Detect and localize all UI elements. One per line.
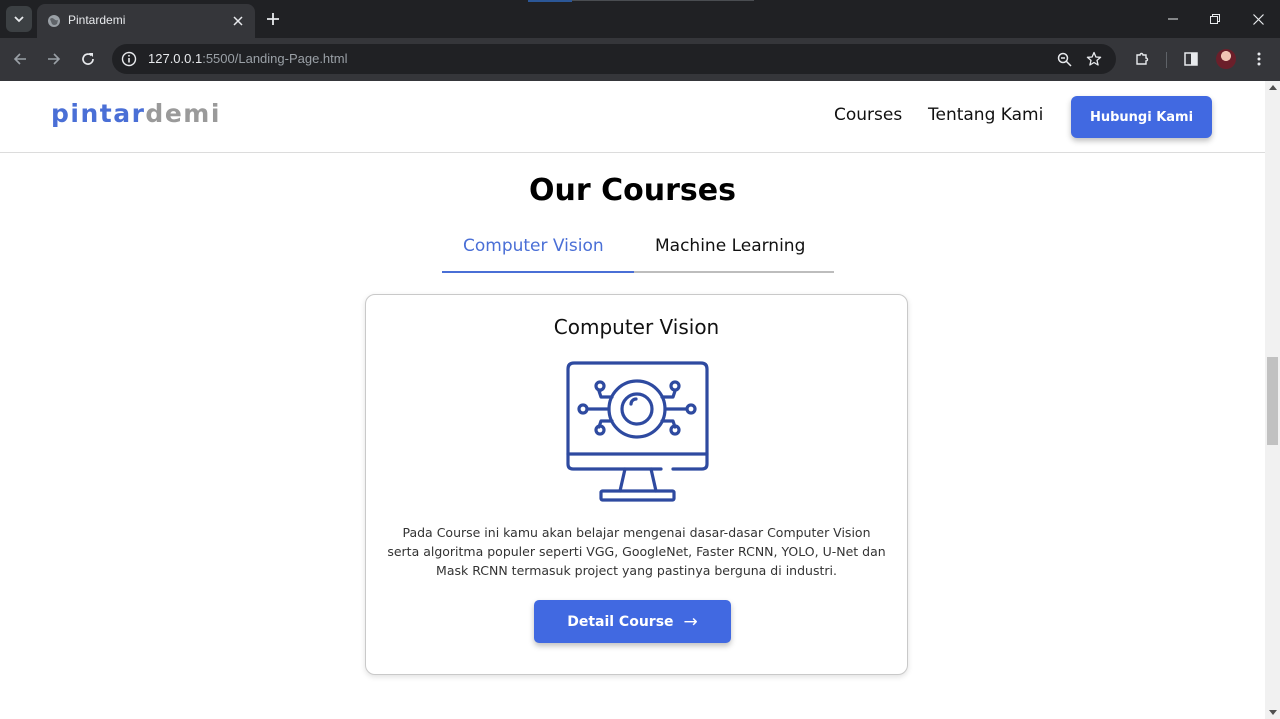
close-tab-button[interactable] (229, 12, 247, 30)
nav-link-about[interactable]: Tentang Kami (928, 105, 1043, 125)
url-text[interactable]: 127.0.0.1:5500/Landing-Page.html (148, 51, 348, 66)
browser-toolbar: 127.0.0.1:5500/Landing-Page.html (0, 38, 1280, 81)
minimize-icon (1168, 18, 1178, 20)
scrollbar-thumb[interactable] (1267, 357, 1278, 445)
active-tab-indicator (442, 271, 634, 273)
back-button[interactable] (9, 48, 31, 70)
zoom-button[interactable] (1054, 49, 1074, 69)
kebab-menu-icon (1257, 52, 1261, 66)
reload-button[interactable] (77, 48, 99, 70)
url-host: 127.0.0.1 (148, 51, 203, 66)
browser-menu-button[interactable] (1248, 48, 1270, 70)
zoom-icon (1057, 52, 1072, 67)
close-icon (233, 16, 243, 26)
chevron-down-icon (14, 16, 24, 23)
scroll-up-arrow-icon[interactable] (1269, 85, 1277, 90)
tab-title: Pintardemi (68, 13, 126, 27)
close-window-icon (1252, 13, 1264, 25)
detail-course-label: Detail Course (567, 613, 674, 630)
star-icon (1086, 51, 1102, 66)
url-path: :5500/Landing-Page.html (202, 51, 348, 66)
side-panel-button[interactable] (1180, 48, 1202, 70)
tab-machine-learning[interactable]: Machine Learning (655, 236, 805, 256)
arrow-right-icon: → (683, 611, 698, 632)
restore-icon (1210, 14, 1220, 24)
page-scrollbar[interactable] (1265, 81, 1280, 719)
course-tabs: Computer Vision Machine Learning (442, 233, 834, 273)
tab-strip-line (572, 0, 754, 1)
logo-part-pintar: pintar (51, 99, 146, 128)
profile-avatar[interactable] (1216, 49, 1236, 69)
tab-computer-vision[interactable]: Computer Vision (463, 236, 604, 256)
back-icon (13, 53, 26, 65)
minimize-button[interactable] (1162, 8, 1184, 30)
detail-course-button[interactable]: Detail Course → (534, 600, 731, 643)
logo-part-demi: demi (145, 99, 221, 128)
tab-strip-accent (528, 0, 572, 2)
close-window-button[interactable] (1247, 8, 1269, 30)
reload-icon (82, 53, 94, 65)
contact-button[interactable]: Hubungi Kami (1071, 96, 1212, 138)
extensions-button[interactable] (1131, 48, 1153, 70)
forward-icon (48, 53, 61, 65)
restore-button[interactable] (1204, 8, 1226, 30)
info-icon[interactable] (121, 51, 137, 67)
monitor-eye-circuit-icon (566, 361, 709, 502)
tab-search-button[interactable] (6, 6, 32, 32)
card-description: Pada Course ini kamu akan belajar mengen… (387, 525, 886, 578)
extensions-icon (1136, 52, 1149, 65)
side-panel-icon (1184, 52, 1198, 66)
site-header: pintardemi Courses Tentang Kami Hubungi … (0, 81, 1265, 153)
globe-icon (48, 15, 60, 27)
address-bar[interactable]: 127.0.0.1:5500/Landing-Page.html (112, 44, 1116, 74)
new-tab-button[interactable] (262, 8, 284, 30)
forward-button[interactable] (43, 48, 65, 70)
scroll-down-arrow-icon[interactable] (1269, 710, 1277, 715)
toolbar-separator (1166, 52, 1167, 68)
nav-link-courses[interactable]: Courses (834, 105, 902, 125)
browser-tab[interactable]: Pintardemi (37, 4, 255, 38)
section-title: Our Courses (529, 173, 736, 208)
browser-tab-bar: Pintardemi (0, 0, 1280, 38)
course-card: Computer Vision Pada Course ini kamu aka… (365, 294, 908, 675)
bookmark-button[interactable] (1084, 49, 1104, 69)
site-logo[interactable]: pintardemi (51, 99, 221, 128)
page-viewport: pintardemi Courses Tentang Kami Hubungi … (0, 81, 1265, 719)
plus-icon (267, 13, 279, 25)
card-title: Computer Vision (553, 315, 720, 339)
